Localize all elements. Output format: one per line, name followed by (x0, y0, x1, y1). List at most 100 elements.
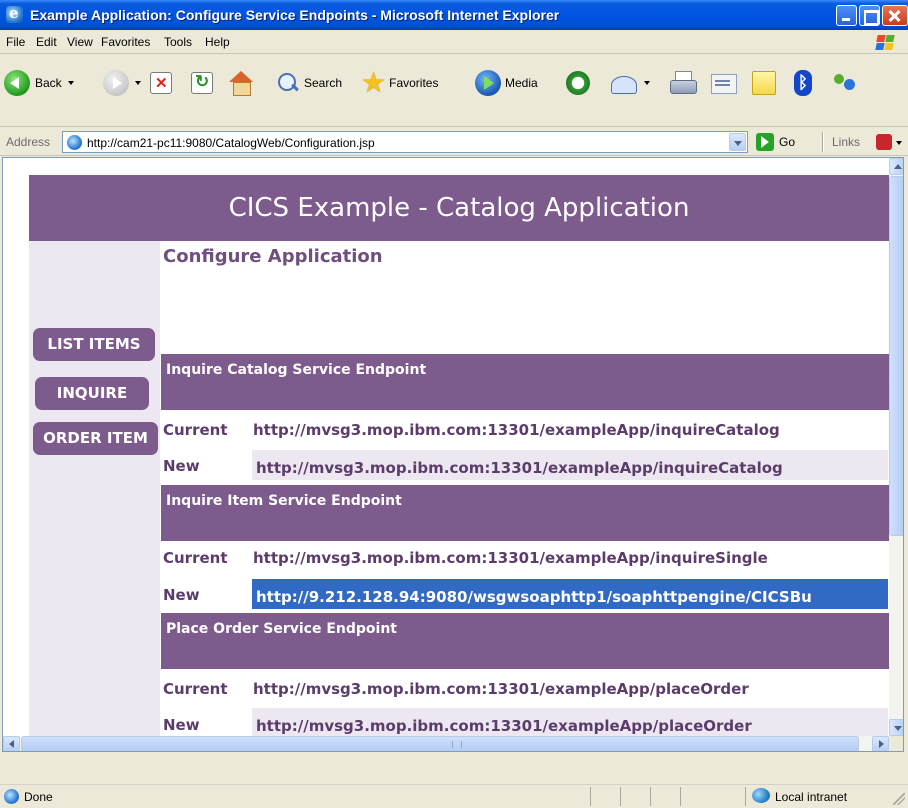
page-content: CICS Example - Catalog Application LIST … (3, 158, 889, 736)
section-header-inquire-catalog: Inquire Catalog Service Endpoint (161, 354, 889, 410)
section-header-place-order: Place Order Service Endpoint (161, 613, 889, 669)
vertical-scrollbar[interactable] (889, 158, 903, 736)
section-header-inquire-item: Inquire Item Service Endpoint (161, 485, 889, 541)
intranet-zone-icon (752, 788, 770, 803)
address-dropdown-button[interactable] (729, 133, 746, 151)
scroll-up-button[interactable] (889, 158, 903, 175)
print-button[interactable] (669, 67, 697, 99)
bluetooth-icon: ᛒ (794, 70, 812, 96)
menu-help[interactable]: Help (205, 35, 230, 49)
page-banner: CICS Example - Catalog Application (29, 175, 889, 241)
security-zone-label: Local intranet (775, 790, 848, 804)
ie-logo-icon (6, 4, 23, 23)
horizontal-scrollbar[interactable] (3, 736, 889, 751)
windows-flag-icon (874, 33, 896, 51)
status-bar: Done Local intranet (0, 784, 908, 808)
new-endpoint-input-inquire-item[interactable] (252, 579, 888, 609)
edit-page-icon (710, 71, 737, 95)
address-input[interactable]: http://cam21-pc11:9080/CatalogWeb/Config… (62, 131, 748, 153)
scroll-left-button[interactable] (3, 736, 20, 751)
menu-view[interactable]: View (67, 35, 93, 49)
title-bar: Example Application: Configure Service E… (0, 0, 908, 30)
media-button[interactable]: Media (475, 67, 538, 99)
go-label: Go (779, 135, 796, 149)
scroll-right-button[interactable] (872, 736, 889, 751)
back-label: Back (35, 76, 62, 90)
nav-inquire-button[interactable]: INQUIRE (35, 377, 149, 410)
resize-grip-icon[interactable] (893, 793, 905, 805)
scroll-down-button[interactable] (889, 719, 903, 736)
menu-edit[interactable]: Edit (36, 35, 57, 49)
maximize-button[interactable] (859, 5, 880, 26)
window-title: Example Application: Configure Service E… (30, 7, 560, 23)
new-endpoint-input-inquire-catalog[interactable] (252, 450, 888, 480)
new-label: New (163, 586, 200, 604)
current-label: Current (163, 421, 228, 439)
status-panel-divider (680, 787, 681, 806)
status-panel-divider (650, 787, 651, 806)
menu-tools[interactable]: Tools (164, 35, 192, 49)
dropdown-arrow-icon (67, 81, 74, 85)
edit-button[interactable] (710, 67, 737, 99)
notes-icon (752, 71, 776, 95)
current-label: Current (163, 680, 228, 698)
new-label: New (163, 716, 200, 734)
favorites-star-icon: ★ (361, 67, 387, 98)
nav-list-items-button[interactable]: LIST ITEMS (33, 328, 155, 361)
mail-button[interactable] (610, 67, 650, 99)
current-endpoint-value: http://mvsg3.mop.ibm.com:13301/exampleAp… (253, 421, 780, 439)
stop-icon (150, 72, 172, 94)
home-button[interactable] (228, 67, 254, 99)
left-nav: LIST ITEMS INQUIRE ORDER ITEM (29, 241, 160, 736)
close-button[interactable] (882, 5, 908, 26)
history-button[interactable] (566, 67, 590, 99)
mail-icon (610, 72, 638, 94)
menu-favorites[interactable]: Favorites (101, 35, 150, 49)
address-bar: Address http://cam21-pc11:9080/CatalogWe… (0, 128, 908, 156)
favorites-button[interactable]: ★ Favorites (361, 67, 438, 99)
page-heading: Configure Application (163, 246, 383, 267)
address-url: http://cam21-pc11:9080/CatalogWeb/Config… (87, 136, 375, 150)
toolbar: Back Search ★ Favorites Media (0, 55, 908, 127)
notes-button[interactable] (752, 67, 776, 99)
horizontal-scroll-thumb[interactable] (21, 736, 859, 751)
dropdown-arrow-icon (135, 81, 141, 85)
back-arrow-icon (4, 70, 30, 96)
forward-arrow-icon (103, 70, 129, 96)
links-button[interactable]: Links (832, 135, 860, 149)
page-viewport: CICS Example - Catalog Application LIST … (2, 157, 904, 752)
menu-bar: File Edit View Favorites Tools Help (0, 30, 908, 54)
search-label: Search (304, 76, 343, 90)
bluetooth-button[interactable]: ᛒ (794, 67, 812, 99)
favorites-label: Favorites (389, 76, 439, 90)
print-icon (669, 70, 697, 96)
nav-order-item-button[interactable]: ORDER ITEM (33, 422, 158, 455)
messenger-icon (832, 70, 858, 96)
go-button[interactable]: Go (756, 133, 795, 151)
status-panel-divider (590, 787, 591, 806)
new-endpoint-input-place-order[interactable] (252, 708, 888, 736)
status-text: Done (24, 790, 53, 804)
forward-button[interactable] (103, 67, 141, 99)
current-endpoint-value: http://mvsg3.mop.ibm.com:13301/exampleAp… (253, 549, 768, 567)
messenger-button[interactable] (832, 67, 858, 99)
address-label: Address (6, 135, 51, 149)
refresh-icon (191, 72, 213, 94)
current-endpoint-value: http://mvsg3.mop.ibm.com:13301/exampleAp… (253, 680, 749, 698)
menu-file[interactable]: File (6, 35, 25, 49)
home-icon (228, 71, 254, 96)
minimize-button[interactable] (836, 5, 857, 26)
current-label: Current (163, 549, 228, 567)
page-done-icon (4, 789, 19, 804)
search-button[interactable]: Search (276, 67, 342, 99)
new-label: New (163, 457, 200, 475)
media-label: Media (505, 76, 538, 90)
acrobat-icon[interactable] (874, 132, 902, 152)
status-panel-divider (620, 787, 621, 806)
vertical-scroll-thumb[interactable] (889, 176, 903, 536)
scrollbar-corner (889, 736, 903, 751)
back-button[interactable]: Back (4, 67, 74, 99)
refresh-button[interactable] (191, 67, 213, 99)
page-icon (67, 135, 82, 150)
stop-button[interactable] (150, 67, 172, 99)
